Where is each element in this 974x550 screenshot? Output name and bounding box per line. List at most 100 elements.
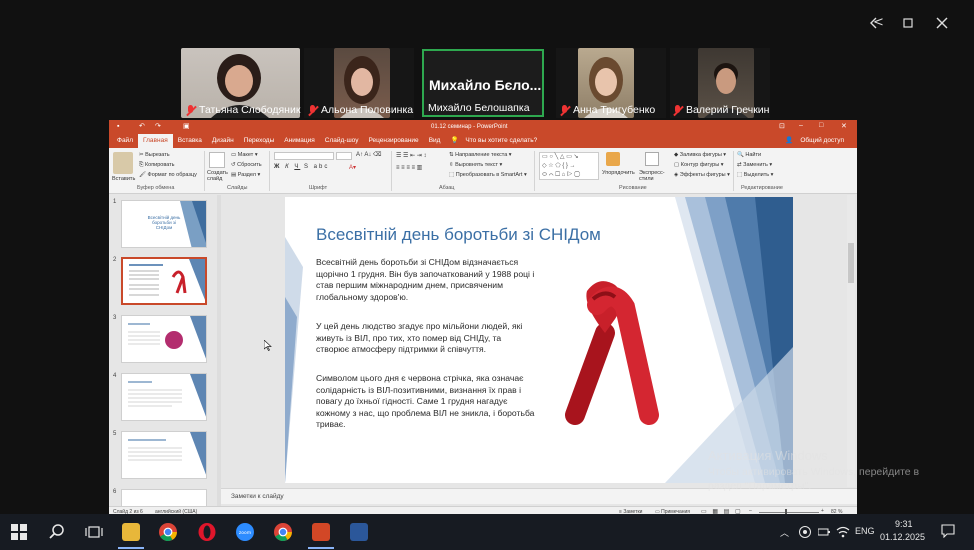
shape-outline-button[interactable]: ▢ Контур фигуры ▾ <box>674 162 724 168</box>
slide-scrollbar[interactable] <box>847 195 855 487</box>
task-view-icon[interactable] <box>85 524 103 540</box>
quick-styles-button[interactable]: Экспресс-стили <box>639 170 669 182</box>
zoom-tray-icon[interactable] <box>799 526 811 538</box>
new-slide-button[interactable]: Создать слайд <box>207 170 229 182</box>
participant-tile-2[interactable]: Альона Половинка <box>304 48 414 118</box>
undo-icon[interactable]: ↶ <box>139 122 145 130</box>
section-button[interactable]: ▤ Раздел ▾ <box>231 172 260 178</box>
divider <box>204 151 205 191</box>
participant-tile-4[interactable]: Анна Тригубенко <box>556 48 666 118</box>
replace-button[interactable]: ⇄ Заменить ▾ <box>737 162 772 168</box>
clock-time[interactable]: 9:31 <box>895 519 913 529</box>
font-size-buttons[interactable]: A↑ A↓ ⌫ <box>356 151 382 158</box>
scrollbar-thumb[interactable] <box>848 243 854 283</box>
quick-styles-icon[interactable] <box>645 152 659 166</box>
slide-thumbnail-5[interactable] <box>121 431 207 479</box>
arrange-button[interactable]: Упорядочить <box>602 170 635 176</box>
participant-tile-active-speaker[interactable]: Михайло Бєло... Михайло Белошапка <box>422 49 544 117</box>
collapse-icon[interactable] <box>869 17 879 29</box>
slide-thumbnail-6[interactable] <box>121 489 207 507</box>
present-icon[interactable]: ▣ <box>183 122 190 130</box>
tab-transitions[interactable]: Переходы <box>239 134 280 148</box>
file-explorer-icon[interactable] <box>122 523 140 541</box>
slide-thumbnail-1[interactable]: Всесвітній день боротьби зі СНІДом <box>121 200 207 248</box>
chevron-up-icon[interactable]: ︿ <box>780 526 789 539</box>
reset-button[interactable]: ↺ Сбросить <box>231 162 262 168</box>
powerpoint-icon[interactable] <box>312 523 330 541</box>
align-buttons[interactable]: ≡ ≡ ≡ ≡ ▥ <box>396 164 422 171</box>
notifications-icon[interactable] <box>941 524 955 538</box>
find-button[interactable]: 🔍 Найти <box>737 152 761 158</box>
format-painter-button[interactable]: 🖌 Формат по образцу <box>139 172 197 178</box>
tab-slideshow[interactable]: Слайд-шоу <box>320 134 364 148</box>
tab-review[interactable]: Рецензирование <box>363 134 423 148</box>
font-family-select[interactable] <box>274 152 334 160</box>
participant-tile-1[interactable]: Татьяна Слободяник <box>181 48 300 118</box>
list-buttons[interactable]: ☰ ☰ ⇤ ⇥ ↕ <box>396 152 426 159</box>
font-color-button[interactable]: A▾ <box>349 164 356 171</box>
windows-start-icon[interactable] <box>11 524 27 540</box>
layout-button[interactable]: ▭ Макет ▾ <box>231 152 258 158</box>
chrome-icon[interactable] <box>159 523 177 541</box>
word-icon[interactable] <box>350 523 368 541</box>
opera-icon[interactable] <box>198 523 216 541</box>
windows-activation-watermark: Активация Windows Чтобы активировать Win… <box>708 448 919 492</box>
thumbnails-scrollbar[interactable] <box>217 195 221 507</box>
slide-paragraph-2[interactable]: У цей день людство згадує про мільйони л… <box>316 321 536 356</box>
copy-button[interactable]: ⎘ Копировать <box>139 162 175 169</box>
align-text-button[interactable]: ⇳ Выровнять текст ▾ <box>449 162 502 168</box>
slide-paragraph-3[interactable]: Символом цього дня є червона стрічка, як… <box>316 373 536 431</box>
shapes-gallery[interactable]: ▭ ○ ╲ △ ▭ ↘ ◇ ☆ ⬠ { } → ⬭ ⌒ ☐ ⌂ ▷ ◯ <box>539 152 599 180</box>
font-style-buttons[interactable]: Ж К Ч S abc <box>274 164 329 170</box>
cut-button[interactable]: ✂ Вырезать <box>139 152 170 158</box>
slide-canvas[interactable]: Всесвітній день боротьби зі СНІДом Всесв… <box>285 197 793 483</box>
wifi-icon[interactable] <box>836 525 850 539</box>
battery-icon[interactable] <box>818 526 830 538</box>
search-icon[interactable] <box>49 524 65 540</box>
share-button[interactable]: 👤 Общий доступ <box>780 134 857 148</box>
new-slide-icon[interactable] <box>209 152 225 168</box>
redo-icon[interactable]: ↷ <box>155 122 161 130</box>
red-ribbon-image[interactable] <box>553 275 663 425</box>
arrange-icon[interactable] <box>606 152 620 166</box>
slide-paragraph-1[interactable]: Всесвітній день боротьби зі СНІДом відзн… <box>316 257 536 303</box>
tab-view[interactable]: Вид <box>424 134 446 148</box>
minimize-icon[interactable]: – <box>799 122 803 129</box>
shape-fill-button[interactable]: ◆ Заливка фигуры ▾ <box>674 152 726 158</box>
ribbon-options-icon[interactable]: ⊡ <box>779 122 785 130</box>
restore-icon[interactable]: □ <box>819 122 823 129</box>
shape-outline-label: Контур фигуры <box>680 162 720 168</box>
maximize-icon[interactable] <box>903 18 913 28</box>
tab-design[interactable]: Дизайн <box>207 134 239 148</box>
paste-icon[interactable] <box>113 152 133 174</box>
thumbnail-art <box>129 259 205 300</box>
select-button[interactable]: ⬚ Выделить ▾ <box>737 172 773 178</box>
tell-me-search[interactable]: 💡 Что вы хотите сделать? <box>445 134 547 148</box>
tab-file[interactable]: Файл <box>109 134 138 148</box>
tab-home[interactable]: Главная <box>137 134 173 148</box>
group-drawing: Рисование <box>619 185 647 191</box>
zoom-icon[interactable]: zoom <box>236 523 254 541</box>
shape-effects-button[interactable]: ◈ Эффекты фигуры ▾ <box>674 172 730 178</box>
clock-date[interactable]: 01.12.2025 <box>880 532 925 542</box>
paste-button[interactable]: Вставить <box>112 176 135 182</box>
close-icon[interactable]: ✕ <box>841 122 847 130</box>
participant-tile-5[interactable]: Валерий Гречкин <box>670 48 770 118</box>
tab-animations[interactable]: Анимация <box>279 134 320 148</box>
zoom-slider[interactable] <box>759 512 819 513</box>
slide-title[interactable]: Всесвітній день боротьби зі СНІДом <box>316 225 601 245</box>
close-icon[interactable] <box>936 17 948 29</box>
smartart-button[interactable]: ⬚ Преобразовать в SmartArt ▾ <box>449 172 527 178</box>
slide-thumbnail-3[interactable] <box>121 315 207 363</box>
text-direction-button[interactable]: ⇅ Направление текста ▾ <box>449 152 512 158</box>
slide-thumbnail-4[interactable] <box>121 373 207 421</box>
ppt-window-title: 01.12 семинар - PowerPoint <box>431 124 508 130</box>
save-icon[interactable]: ▪ <box>117 123 119 130</box>
thumb-number: 2 <box>113 257 117 263</box>
input-language[interactable]: ENG <box>855 526 875 536</box>
slide-thumbnail-2[interactable] <box>121 257 207 305</box>
tab-insert[interactable]: Вставка <box>173 134 207 148</box>
font-size-select[interactable] <box>336 152 352 160</box>
chrome-icon[interactable] <box>274 523 292 541</box>
watermark-line: Чтобы активировать Windows, перейдите в <box>708 466 920 478</box>
